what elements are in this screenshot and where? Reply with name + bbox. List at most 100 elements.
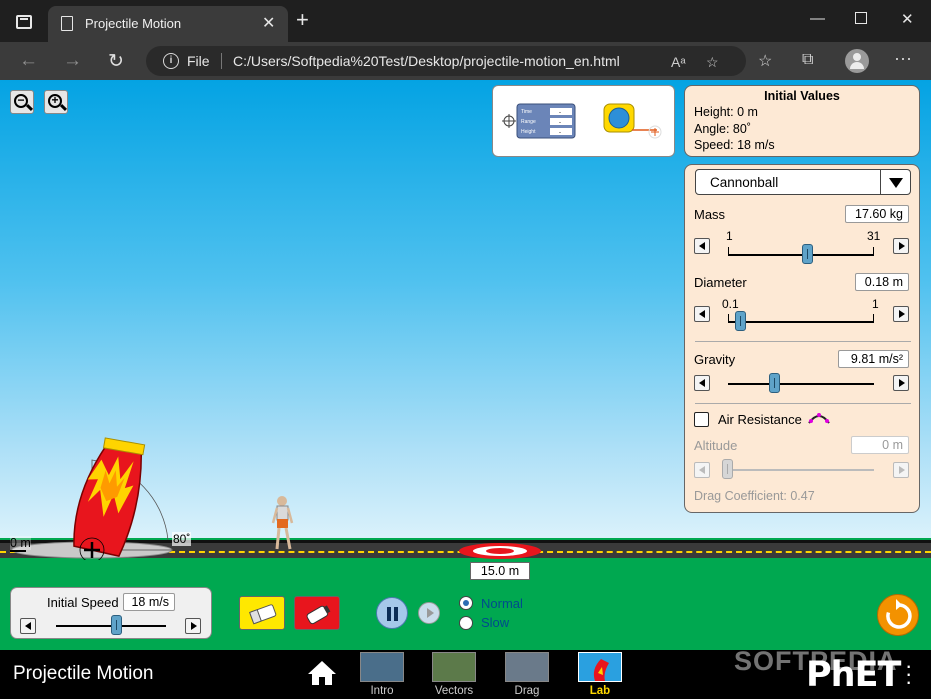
- favorites-icon[interactable]: ☆: [758, 51, 772, 71]
- speed-decrement-button[interactable]: [20, 618, 36, 634]
- slow-speed-label: Slow: [481, 615, 510, 630]
- diameter-label: Diameter: [694, 275, 747, 290]
- normal-speed-radio[interactable]: [459, 596, 473, 610]
- phet-menu-icon[interactable]: · · ·: [905, 655, 912, 693]
- height-marker[interactable]: [10, 550, 26, 552]
- browser-tab-bar: Projectile Motion ✕ + — ✕: [0, 0, 931, 42]
- angle-label: 80˚: [172, 532, 192, 546]
- more-icon[interactable]: ···: [894, 48, 912, 69]
- gravity-increment-button[interactable]: [893, 375, 909, 391]
- diameter-value: 0.18 m: [855, 273, 909, 291]
- intro-icon: [360, 652, 404, 682]
- tracer-height-value: -: [559, 130, 561, 136]
- new-tab-icon[interactable]: +: [296, 9, 309, 31]
- screen-tab-vectors[interactable]: Vectors: [431, 652, 477, 697]
- read-aloud-icon[interactable]: A͏ᵃ: [671, 54, 686, 70]
- chevron-down-icon[interactable]: [880, 170, 910, 194]
- initial-speed: Speed: 18 m/s: [694, 138, 775, 152]
- measurement-toolbox: Time Range Height - - -: [492, 85, 675, 157]
- screen-label-drag: Drag: [514, 685, 540, 697]
- speed-slider-thumb[interactable]: [110, 615, 122, 635]
- initial-values-panel: Initial Values Height: 0 m Angle: 80˚ Sp…: [684, 85, 920, 157]
- close-tab-icon[interactable]: ✕: [262, 13, 275, 33]
- mass-increment-button[interactable]: [893, 238, 909, 254]
- tab-actions-icon[interactable]: [16, 15, 32, 29]
- diameter-decrement-button[interactable]: [694, 306, 710, 322]
- projectile-type-select[interactable]: Cannonball: [695, 169, 911, 195]
- mass-decrement-button[interactable]: [694, 238, 710, 254]
- address-bar[interactable]: i File C:/Users/Softpedia%20Test/Desktop…: [146, 46, 746, 76]
- projectile-type-value: Cannonball: [710, 175, 779, 190]
- altitude-label: Altitude: [694, 438, 738, 453]
- mass-value: 17.60 kg: [845, 205, 909, 223]
- home-icon[interactable]: [306, 659, 338, 687]
- mass-label: Mass: [694, 207, 726, 222]
- diameter-max-label: 1: [872, 297, 879, 311]
- diameter-slider-thumb[interactable]: [735, 311, 747, 331]
- address-toolbar: ← → ↻ i File C:/Users/Softpedia%20Test/D…: [0, 42, 931, 80]
- address-separator: [221, 53, 222, 69]
- forward-icon[interactable]: →: [63, 50, 82, 72]
- fire-cannon-icon: [306, 605, 331, 625]
- maximize-icon[interactable]: [855, 12, 867, 24]
- screen-tab-lab[interactable]: Lab: [577, 652, 623, 697]
- step-forward-button[interactable]: [418, 602, 440, 624]
- tracer-range-label: Range: [521, 119, 536, 125]
- altitude-slider-track: [728, 469, 874, 471]
- altitude-value: 0 m: [851, 436, 909, 454]
- screen-tab-drag[interactable]: Drag: [504, 652, 550, 697]
- projectile-control-panel: Cannonball Mass 17.60 kg 1 31 Diameter 0…: [684, 164, 920, 513]
- collections-icon[interactable]: ⧉: [802, 51, 813, 69]
- target[interactable]: [458, 541, 542, 561]
- gravity-slider-thumb[interactable]: [768, 373, 780, 393]
- slow-speed-radio[interactable]: [459, 616, 473, 630]
- cannon-scene: [11, 437, 173, 560]
- profile-avatar[interactable]: [845, 49, 869, 73]
- file-label: File: [187, 53, 210, 69]
- reset-all-button[interactable]: [877, 594, 919, 636]
- minimize-icon[interactable]: —: [810, 10, 825, 27]
- back-icon[interactable]: ←: [19, 50, 38, 72]
- height-label: 0 m: [10, 536, 31, 550]
- gravity-decrement-button[interactable]: [694, 375, 710, 391]
- screen-label-intro: Intro: [370, 685, 394, 697]
- screen-tab-intro[interactable]: Intro: [359, 652, 405, 697]
- diameter-increment-button[interactable]: [893, 306, 909, 322]
- air-resistance-icon: [808, 413, 830, 424]
- browser-tab[interactable]: Projectile Motion ✕: [48, 6, 288, 42]
- mass-slider-thumb[interactable]: [802, 244, 814, 264]
- gravity-slider-track[interactable]: [728, 383, 874, 385]
- tape-measure-icon: [603, 103, 662, 139]
- sim-title: Projectile Motion: [13, 663, 154, 684]
- human-figure: [271, 496, 294, 550]
- zoom-out-button[interactable]: −: [10, 90, 34, 114]
- diameter-slider-track[interactable]: [728, 321, 874, 323]
- initial-speed-label: Initial Speed: [47, 595, 119, 610]
- altitude-increment-button: [893, 462, 909, 478]
- speed-increment-button[interactable]: [185, 618, 201, 634]
- mass-min-label: 1: [726, 229, 733, 243]
- url-text[interactable]: C:/Users/Softpedia%20Test/Desktop/projec…: [233, 53, 620, 69]
- zoom-in-button[interactable]: +: [44, 90, 68, 114]
- initial-speed-value: 18 m/s: [123, 593, 175, 611]
- divider: [695, 403, 911, 404]
- air-resistance-label: Air Resistance: [718, 412, 802, 427]
- target-distance: 15.0 m: [470, 562, 530, 580]
- window-close-icon[interactable]: ✕: [901, 10, 914, 28]
- info-icon[interactable]: i: [163, 53, 179, 69]
- pause-button[interactable]: [376, 597, 408, 629]
- softpedia-watermark: SOFTPEDIA: [734, 646, 898, 676]
- tab-title: Projectile Motion: [85, 16, 182, 31]
- fire-button[interactable]: [294, 596, 340, 630]
- mass-slider-track[interactable]: [728, 254, 874, 256]
- screen-label-lab: Lab: [589, 685, 611, 697]
- initial-speed-panel: Initial Speed 18 m/s: [10, 587, 212, 639]
- tracer-height-label: Height: [521, 129, 536, 135]
- eraser-button[interactable]: [239, 596, 285, 630]
- tracer-range-value: -: [559, 120, 561, 126]
- cannon: [73, 437, 146, 557]
- document-icon: [61, 16, 73, 31]
- add-favorite-icon[interactable]: ☆: [706, 54, 719, 71]
- air-resistance-checkbox[interactable]: [694, 412, 709, 427]
- refresh-icon[interactable]: ↻: [108, 50, 124, 73]
